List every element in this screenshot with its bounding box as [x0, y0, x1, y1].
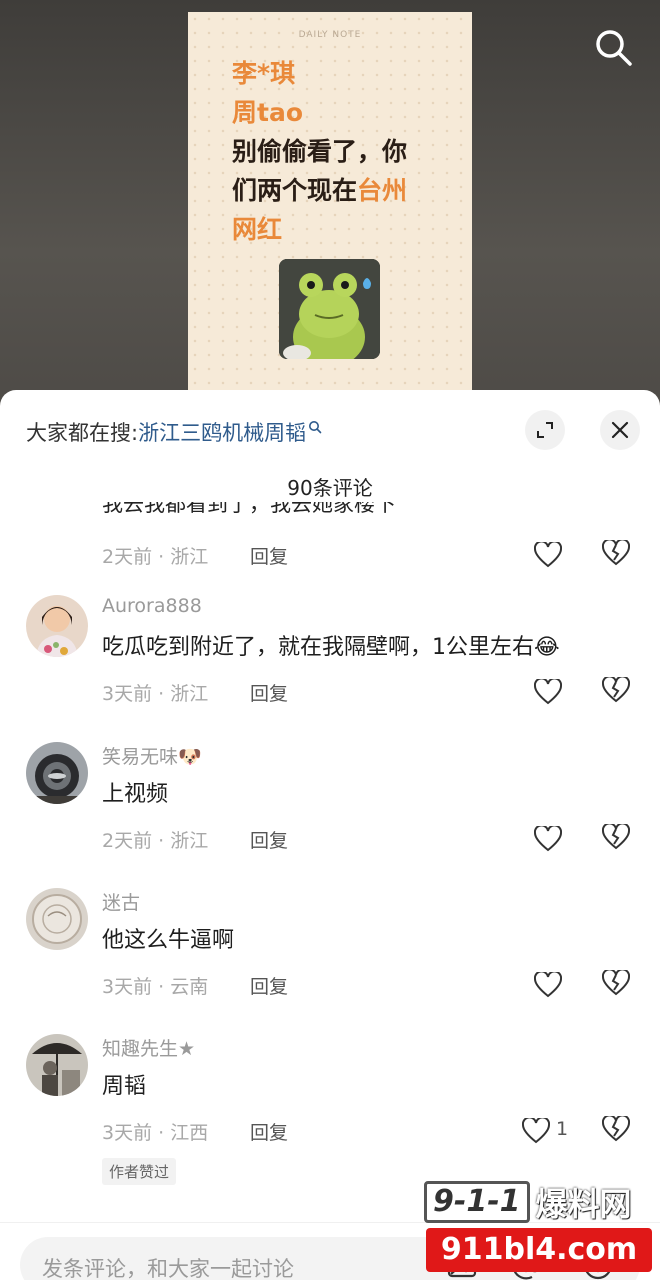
broken-heart-icon — [601, 538, 631, 566]
comment-text: 上视频 — [102, 782, 169, 807]
dislike-button[interactable] — [601, 538, 634, 570]
like-count: 1 — [556, 1118, 569, 1140]
watermark-logo: 9-1-1 爆料网 911bl4.com — [420, 1176, 660, 1280]
comment-username[interactable]: 迷古 — [102, 888, 140, 915]
watermark-domain: 911bl4.com — [426, 1228, 652, 1272]
comment-list[interactable]: 我去我都看到了，我去她家楼下 2天前 · 浙江 回复 Aurora888 吃瓜吃… — [0, 502, 660, 1212]
comment-count: 90条评论 — [287, 476, 373, 500]
note-line: 们两个现在台州 — [232, 176, 408, 205]
comment-sheet: 大家都在搜:浙江三鸥机械周韬 90条评论 我去我都看到了，我去她家楼下 2天前 … — [0, 390, 660, 1280]
broken-heart-icon — [601, 1114, 631, 1142]
dislike-button[interactable] — [601, 1114, 634, 1146]
heart-icon — [534, 542, 562, 568]
close-button[interactable] — [600, 410, 640, 450]
comment-meta: 3天前 · 浙江 — [102, 683, 209, 705]
dislike-button[interactable] — [601, 675, 634, 707]
dislike-button[interactable] — [601, 968, 634, 1000]
comment-text: 他这么牛逼啊 — [102, 928, 235, 953]
like-button[interactable] — [522, 1116, 554, 1146]
daily-note-card: DAILY NOTE 李*琪 周tao 别偷偷看了，你 们两个现在台州 网红 — [188, 12, 472, 412]
comment-username[interactable]: 知趣先生★ — [102, 1034, 195, 1061]
sheet-header: 大家都在搜:浙江三鸥机械周韬 90条评论 — [0, 390, 660, 500]
reply-button[interactable]: 回复 — [250, 1118, 288, 1145]
like-button[interactable] — [534, 824, 566, 854]
author-liked-badge: 作者赞过 — [102, 1158, 177, 1185]
expand-button[interactable] — [525, 410, 565, 450]
broken-heart-icon — [601, 968, 631, 996]
comment-meta: 3天前 · 云南 — [102, 976, 209, 998]
hot-search[interactable]: 大家都在搜:浙江三鸥机械周韬 — [26, 417, 322, 447]
close-icon — [611, 421, 629, 439]
avatar[interactable] — [26, 742, 88, 804]
small-search-icon — [308, 415, 322, 439]
hot-search-query[interactable]: 浙江三鸥机械周韬 — [138, 421, 306, 445]
heart-icon — [522, 1118, 550, 1144]
note-line: 李*琪 — [232, 59, 296, 88]
watermark-title: 爆料网 — [535, 1185, 632, 1223]
dislike-button[interactable] — [601, 822, 634, 854]
note-header: DAILY NOTE — [298, 30, 362, 40]
heart-icon — [534, 972, 562, 998]
like-button[interactable] — [534, 540, 566, 570]
note-line: 网红 — [232, 215, 283, 244]
expand-icon — [537, 422, 553, 438]
partial-comment-text: 我去我都看到了，我去她家楼下 — [102, 502, 396, 516]
search-icon — [596, 30, 632, 66]
broken-heart-icon — [601, 675, 631, 703]
comment-text: 周韬 — [102, 1074, 147, 1099]
reply-button[interactable]: 回复 — [250, 972, 288, 999]
note-line: 别偷偷看了，你 — [232, 137, 408, 166]
reply-button[interactable]: 回复 — [250, 826, 288, 853]
avatar[interactable] — [26, 1034, 88, 1096]
like-button[interactable] — [534, 970, 566, 1000]
comment-username[interactable]: Aurora888 — [102, 595, 202, 617]
note-line: 周tao — [232, 98, 303, 127]
comment-text: 吃瓜吃到附近了，就在我隔壁啊，1公里左右😂 — [102, 635, 560, 660]
frog-sticker — [279, 259, 380, 359]
comment-username[interactable]: 笑易无味🐶 — [102, 742, 202, 769]
avatar[interactable] — [26, 888, 88, 950]
video-area[interactable]: DAILY NOTE 李*琪 周tao 别偷偷看了，你 们两个现在台州 网红 — [0, 0, 660, 420]
comment-input-placeholder: 发条评论，和大家一起讨论 — [42, 1257, 294, 1280]
heart-icon — [534, 679, 562, 705]
watermark-number: 9-1-1 — [424, 1181, 530, 1223]
avatar[interactable] — [26, 595, 88, 657]
hot-search-label: 大家都在搜: — [26, 421, 139, 445]
broken-heart-icon — [601, 822, 631, 850]
watermark-top: 9-1-1 爆料网 — [424, 1180, 632, 1224]
comment-meta: 3天前 · 江西 — [102, 1122, 209, 1144]
reply-button[interactable]: 回复 — [250, 679, 288, 706]
like-button[interactable] — [534, 677, 566, 707]
comment-meta: 2天前 · 浙江 — [102, 830, 209, 852]
note-text: 李*琪 周tao 别偷偷看了，你 们两个现在台州 网红 — [232, 54, 452, 249]
search-button[interactable] — [592, 26, 634, 68]
heart-icon — [534, 826, 562, 852]
comment-meta: 2天前 · 浙江 — [102, 546, 209, 568]
reply-button[interactable]: 回复 — [250, 542, 288, 569]
